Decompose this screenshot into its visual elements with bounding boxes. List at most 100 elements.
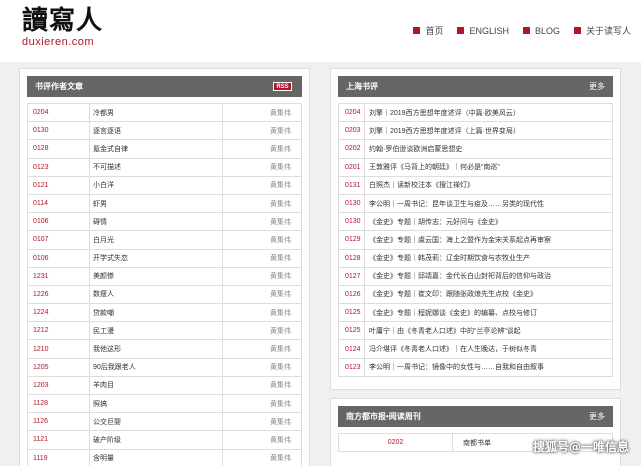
article-title-link[interactable]: 美颜惨 <box>89 266 223 286</box>
article-date-code[interactable]: 1126 <box>27 412 90 432</box>
review-title-link[interactable]: 刘擎｜2019西方思想年度述评（上篇·世界变局） <box>364 121 613 141</box>
article-title-link[interactable]: 开学式失恋 <box>89 248 223 268</box>
article-date-code[interactable]: 0128 <box>27 139 90 159</box>
article-title-link[interactable]: 含明量 <box>89 448 223 466</box>
review-date-code[interactable]: 0128 <box>338 248 365 268</box>
article-author[interactable]: 黄集伟 <box>222 357 302 377</box>
article-date-code[interactable]: 1210 <box>27 339 90 359</box>
review-title-link[interactable]: 《金史》专题｜韩茂莉：辽金时期饮食与农牧业生产 <box>364 248 613 268</box>
article-author[interactable]: 黄集伟 <box>222 102 302 123</box>
review-date-code[interactable]: 0129 <box>338 230 365 250</box>
rss-icon[interactable]: RSS <box>273 82 292 91</box>
article-author[interactable]: 黄集伟 <box>222 121 302 141</box>
article-date-code[interactable]: 0106 <box>27 212 90 232</box>
article-author[interactable]: 黄集伟 <box>222 303 302 323</box>
article-title-link[interactable]: 羊肉目 <box>89 375 223 396</box>
article-date-code[interactable]: 0106 <box>27 248 90 268</box>
article-date-code[interactable]: 0107 <box>27 230 90 250</box>
review-date-code[interactable]: 0125 <box>338 321 365 341</box>
review-date-code[interactable]: 0131 <box>338 175 365 195</box>
article-title-link[interactable]: 白月光 <box>89 230 223 250</box>
article-author[interactable]: 黄集伟 <box>222 430 302 450</box>
article-title-link[interactable]: 破产阶级 <box>89 430 223 450</box>
article-title-link[interactable]: 不可描述 <box>89 157 223 177</box>
article-author[interactable]: 黄集伟 <box>222 175 302 195</box>
article-author[interactable]: 黄集伟 <box>222 266 302 286</box>
article-date-code[interactable]: 1128 <box>27 393 90 414</box>
nav-item[interactable]: 首页 <box>413 24 443 37</box>
article-title-link[interactable]: 民工漫 <box>89 321 223 341</box>
review-date-code[interactable]: 0127 <box>338 266 365 286</box>
article-author[interactable]: 黄集伟 <box>222 193 302 214</box>
review-date-code[interactable]: 0203 <box>338 121 365 141</box>
article-author[interactable]: 黄集伟 <box>222 230 302 250</box>
southern-weekly-more-link[interactable]: 更多 <box>589 406 605 427</box>
review-title-link[interactable]: 《金史》专题｜胡传志：元好问与《金史》 <box>364 212 613 232</box>
weekly-date-code[interactable]: 0202 <box>338 432 453 453</box>
article-title-link[interactable]: 公交巨婴 <box>89 412 223 432</box>
nav-item[interactable]: BLOG <box>522 24 560 37</box>
review-title-link[interactable]: 约翰·罗伯逊谈欧洲启蒙思想史 <box>364 139 613 159</box>
article-title-link[interactable]: 氪金式自律 <box>89 139 223 159</box>
article-author[interactable]: 黄集伟 <box>222 412 302 432</box>
review-date-code[interactable]: 0125 <box>338 303 365 323</box>
article-title-link[interactable]: 虾男 <box>89 193 223 214</box>
article-date-code[interactable]: 0204 <box>27 102 90 123</box>
review-title-link[interactable]: 王敦雅评《马背上的朝廷》｜何必是“南巡” <box>364 157 613 177</box>
review-date-code[interactable]: 0130 <box>338 212 365 232</box>
article-title-link[interactable]: 数瘦人 <box>89 284 223 305</box>
review-date-code[interactable]: 0123 <box>338 357 365 377</box>
article-title-link[interactable]: 小白洋 <box>89 175 223 195</box>
article-title-link[interactable]: 冷都男 <box>89 102 223 123</box>
article-title-link[interactable]: 90后我跟老人 <box>89 357 223 377</box>
article-date-code[interactable]: 1212 <box>27 321 90 341</box>
review-title-link[interactable]: 《金史》专题｜邱靖嘉：金代长白山封祀背后的信仰与政治 <box>364 266 613 286</box>
article-author[interactable]: 黄集伟 <box>222 321 302 341</box>
review-title-link[interactable]: 李公明｜一周书记：镜像中的女性与……自我和自由叙事 <box>364 357 613 377</box>
article-date-code[interactable]: 0123 <box>27 157 90 177</box>
article-date-code[interactable]: 1226 <box>27 284 90 305</box>
article-author[interactable]: 黄集伟 <box>222 139 302 159</box>
article-author[interactable]: 黄集伟 <box>222 339 302 359</box>
site-logo[interactable]: 讀寫人 duxieren.com <box>22 6 103 48</box>
article-date-code[interactable]: 1119 <box>27 448 90 466</box>
nav-item[interactable]: ENGLISH <box>457 24 509 37</box>
review-date-code[interactable]: 0130 <box>338 193 365 214</box>
review-title-link[interactable]: 叶庸宁｜由《冬青老人口述》中的“兰亭论辨”谈起 <box>364 321 613 341</box>
article-title-link[interactable]: 我他这形 <box>89 339 223 359</box>
article-author[interactable]: 黄集伟 <box>222 448 302 466</box>
article-author[interactable]: 黄集伟 <box>222 375 302 396</box>
article-author[interactable]: 黄集伟 <box>222 212 302 232</box>
article-title-link[interactable]: 碍情 <box>89 212 223 232</box>
article-author[interactable]: 黄集伟 <box>222 248 302 268</box>
review-title-link[interactable]: 李公明｜一周书记：昆年谈卫生与疫及……另类的现代性 <box>364 193 613 214</box>
article-date-code[interactable]: 1224 <box>27 303 90 323</box>
review-date-code[interactable]: 0202 <box>338 139 365 159</box>
article-title-link[interactable]: 照搞 <box>89 393 223 414</box>
article-date-code[interactable]: 0130 <box>27 121 90 141</box>
review-date-code[interactable]: 0204 <box>338 102 365 123</box>
review-title-link[interactable]: 《金史》专题｜虞云国：海上之盟作为金宋关系起点再审察 <box>364 230 613 250</box>
article-author[interactable]: 黄集伟 <box>222 393 302 414</box>
review-title-link[interactable]: 白照杰｜读新校注本《搜江禅灯》 <box>364 175 613 195</box>
nav-item[interactable]: 关于读写人 <box>573 24 631 37</box>
review-date-code[interactable]: 0126 <box>338 284 365 305</box>
article-date-code[interactable]: 1203 <box>27 375 90 396</box>
article-title-link[interactable]: 逐言逐语 <box>89 121 223 141</box>
article-title-link[interactable]: 贷款嘲 <box>89 303 223 323</box>
article-author[interactable]: 黄集伟 <box>222 284 302 305</box>
table-row: 1210 我他这形 黄集伟 <box>27 339 302 359</box>
article-author[interactable]: 黄集伟 <box>222 157 302 177</box>
review-title-link[interactable]: 《金史》专题｜程妮娜谈《金史》的编纂、点校与修订 <box>364 303 613 323</box>
article-date-code[interactable]: 0114 <box>27 193 90 214</box>
review-date-code[interactable]: 0201 <box>338 157 365 177</box>
review-title-link[interactable]: 《金史》专题｜崔文印：跟随张政烺先生点校《金史》 <box>364 284 613 305</box>
shanghai-review-more-link[interactable]: 更多 <box>589 76 605 97</box>
article-date-code[interactable]: 1205 <box>27 357 90 377</box>
article-date-code[interactable]: 0121 <box>27 175 90 195</box>
article-date-code[interactable]: 1121 <box>27 430 90 450</box>
review-title-link[interactable]: 刘擎｜2019西方思想年度述评（中篇·欧美风云） <box>364 102 613 123</box>
review-date-code[interactable]: 0124 <box>338 339 365 359</box>
review-title-link[interactable]: 冯介堪评《冬青老人口述》｜在人生晚达，于树似冬青 <box>364 339 613 359</box>
article-date-code[interactable]: 1231 <box>27 266 90 286</box>
